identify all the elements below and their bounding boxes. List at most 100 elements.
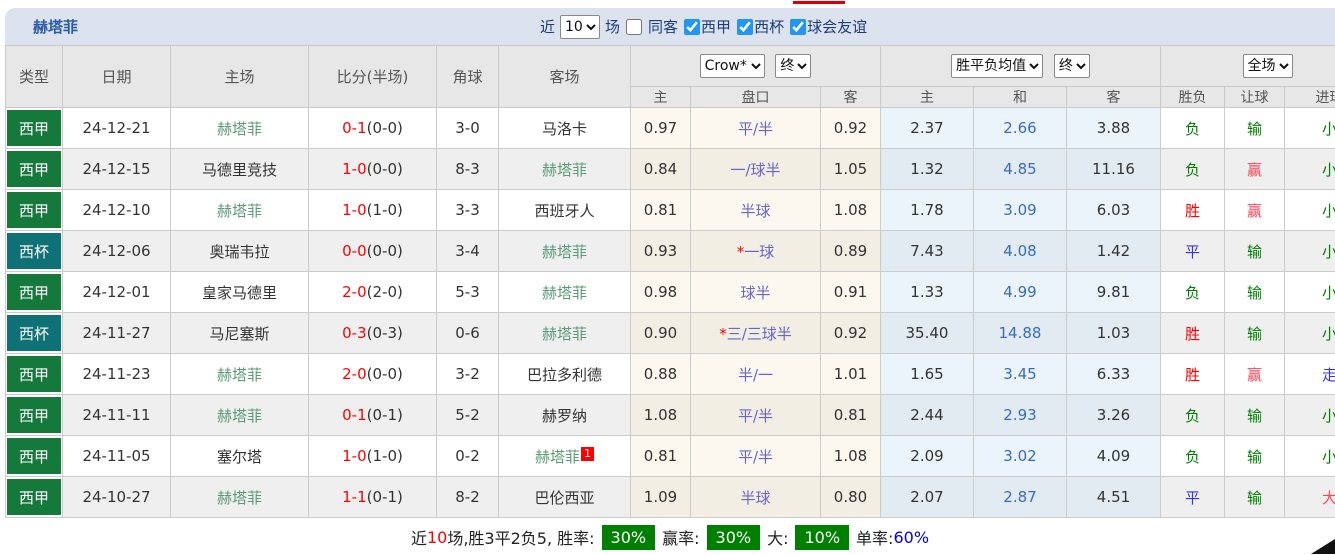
sub-header-cover: 让球	[1224, 86, 1285, 108]
away-team-name[interactable]: 西班牙人	[534, 202, 594, 220]
corner-score: 8-2	[436, 476, 499, 518]
home-team-name[interactable]: 奥瑞韦拉	[209, 243, 269, 261]
handicap-away-odds: 1.01	[820, 353, 881, 395]
home-team-name[interactable]: 马尼塞斯	[209, 325, 269, 343]
match-count-select[interactable]: 10	[560, 14, 601, 39]
away-team-name[interactable]: 赫塔菲	[542, 325, 587, 343]
match-row: 西甲 24-11-11 赫塔菲 0-1(0-1) 5-2 赫罗纳 1.08 平/半 0.81 2.…	[5, 394, 1335, 436]
result-win-draw-loss: 胜	[1160, 353, 1225, 395]
avg-draw-odds: 4.08	[973, 230, 1067, 272]
avg-time-select[interactable]: 终	[1053, 54, 1090, 78]
home-team-name[interactable]: 赫塔菲	[217, 407, 262, 425]
score-cell: 1-0(0-0)	[308, 148, 437, 190]
home-team-name[interactable]: 赫塔菲	[217, 489, 262, 507]
handicap-time-select[interactable]: 终	[775, 54, 812, 78]
home-team-cell: 赫塔菲	[170, 189, 309, 231]
league-friendly-checkbox[interactable]	[790, 18, 807, 35]
match-date: 24-11-23	[62, 353, 171, 395]
corner-score: 3-0	[436, 107, 499, 149]
score-cell: 0-1(0-0)	[308, 107, 437, 149]
avg-away-odds: 9.81	[1066, 271, 1161, 313]
sub-header-goals: 进球	[1284, 86, 1335, 108]
home-team-name[interactable]: 塞尔塔	[217, 448, 262, 466]
same-away-checkbox[interactable]	[626, 18, 643, 35]
full-time-score: 2-0	[342, 365, 367, 383]
home-team-name[interactable]: 赫塔菲	[217, 120, 262, 138]
avg-draw-odds: 14.88	[973, 312, 1067, 354]
handicap-cover-result: 输	[1224, 230, 1285, 272]
score-cell: 0-1(0-1)	[308, 394, 437, 436]
summary-count: 10	[426, 527, 448, 547]
match-date: 24-12-15	[62, 148, 171, 190]
league-copa-checkbox[interactable]	[737, 18, 754, 35]
handicap-away-odds: 1.08	[820, 189, 881, 231]
full-time-score: 1-0	[342, 201, 367, 219]
match-date: 24-11-27	[62, 312, 171, 354]
away-team-name[interactable]: 赫塔菲	[542, 161, 587, 179]
avg-away-odds: 1.03	[1066, 312, 1161, 354]
avg-draw-odds: 3.09	[973, 189, 1067, 231]
cover-rate-badge: 30%	[706, 524, 761, 550]
result-header-cell: 全场	[1160, 45, 1335, 87]
average-odds-header-cell: 胜平负均值 终	[880, 45, 1161, 87]
result-win-draw-loss: 负	[1160, 394, 1225, 436]
result-win-draw-loss: 负	[1160, 271, 1225, 313]
summary-middle: 场,胜3平2负5, 胜率:	[447, 529, 595, 548]
match-row: 西杯 24-12-06 奥瑞韦拉 0-0(0-0) 3-4 赫塔菲 0.93 *一球 0.89 7…	[5, 230, 1335, 272]
over-under-result: 小	[1284, 148, 1335, 190]
away-team-name[interactable]: 赫塔菲	[542, 243, 587, 261]
away-team-cell: 赫塔菲	[498, 271, 631, 313]
half-time-score: (0-1)	[366, 406, 403, 424]
away-team-cell: 赫塔菲	[498, 230, 631, 272]
full-time-score: 1-0	[342, 160, 367, 178]
half-time-score: (2-0)	[366, 283, 403, 301]
result-win-draw-loss: 胜	[1160, 312, 1225, 354]
match-row: 西甲 24-12-10 赫塔菲 1-0(1-0) 3-3 西班牙人 0.81 半球 1.08 1.…	[5, 189, 1335, 231]
bookmaker-select[interactable]: Crow*	[699, 54, 765, 78]
match-row: 西甲 24-12-21 赫塔菲 0-1(0-0) 3-0 马洛卡 0.97 平/半 0.92 2.…	[5, 107, 1335, 149]
corner-score: 5-3	[436, 271, 499, 313]
home-team-name[interactable]: 赫塔菲	[217, 202, 262, 220]
handicap-line: 平/半	[690, 394, 821, 436]
avg-home-odds: 2.09	[880, 435, 974, 477]
home-team-cell: 塞尔塔	[170, 435, 309, 477]
handicap-home-odds: 0.98	[630, 271, 691, 313]
handicap-away-odds: 0.91	[820, 271, 881, 313]
over-under-result: 走	[1284, 353, 1335, 395]
score-cell: 2-0(0-0)	[308, 353, 437, 395]
avg-type-select[interactable]: 胜平负均值	[951, 54, 1044, 78]
handicap-home-odds: 0.97	[630, 107, 691, 149]
screen: 赫塔菲 近 10 场 同客 西甲 西杯 球会友谊 类型 日期 主场 比分(半场)…	[0, 0, 1335, 555]
full-time-score: 1-0	[342, 447, 367, 465]
corner-score: 8-3	[436, 148, 499, 190]
period-select[interactable]: 全场	[1242, 54, 1293, 78]
avg-away-odds: 6.33	[1066, 353, 1161, 395]
handicap-line: 半球	[690, 476, 821, 518]
away-team-cell: 西班牙人	[498, 189, 631, 231]
red-card-badge: 1	[581, 446, 594, 461]
col-header-score: 比分(半场)	[308, 45, 437, 108]
away-team-name[interactable]: 巴伦西亚	[534, 489, 594, 507]
col-header-date: 日期	[62, 45, 171, 108]
avg-away-odds: 6.03	[1066, 189, 1161, 231]
away-team-name[interactable]: 赫塔菲	[542, 284, 587, 302]
home-team-name[interactable]: 赫塔菲	[217, 366, 262, 384]
competition-type-cell: 西甲	[5, 107, 63, 149]
over-under-result: 大	[1284, 476, 1335, 518]
away-team-name[interactable]: 赫塔菲	[535, 448, 580, 466]
away-team-cell: 赫塔菲 1	[498, 435, 631, 477]
handicap-cover-result: 输	[1224, 107, 1285, 149]
home-team-name[interactable]: 皇家马德里	[202, 284, 277, 302]
handicap-away-odds: 0.89	[820, 230, 881, 272]
matches-label: 场	[605, 18, 621, 36]
league-laliga-checkbox[interactable]	[684, 18, 701, 35]
away-team-name[interactable]: 巴拉多利德	[527, 366, 602, 384]
handicap-cover-result: 输	[1224, 312, 1285, 354]
competition-type-cell: 西杯	[5, 230, 63, 272]
home-team-name[interactable]: 马德里竞技	[202, 161, 277, 179]
away-team-name[interactable]: 赫罗纳	[542, 407, 587, 425]
star-mark: *	[719, 324, 727, 343]
away-team-name[interactable]: 马洛卡	[542, 120, 587, 138]
result-win-draw-loss: 胜	[1160, 189, 1225, 231]
competition-badge: 西甲	[7, 356, 61, 392]
